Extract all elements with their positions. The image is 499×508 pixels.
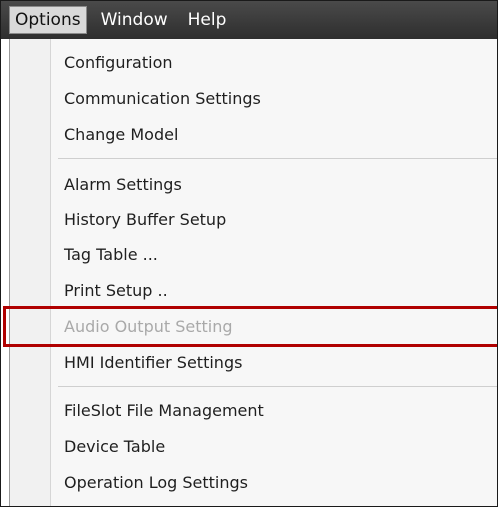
- menu-window[interactable]: Window: [95, 6, 174, 34]
- options-dropdown-menu: Configuration Communication Settings Cha…: [9, 39, 497, 506]
- menu-item-communication-settings[interactable]: Communication Settings: [64, 83, 261, 115]
- menu-item-audio-output-setting: Audio Output Setting: [64, 317, 233, 336]
- menu-icon-gutter: [10, 39, 51, 506]
- menu-item-tag-table[interactable]: Tag Table ...: [64, 239, 158, 271]
- menu-item-operation-log-settings[interactable]: Operation Log Settings: [64, 467, 248, 499]
- menu-item-configuration[interactable]: Configuration: [64, 47, 173, 79]
- menu-item-change-model[interactable]: Change Model: [64, 119, 178, 151]
- menu-bar: Options Window Help: [1, 1, 497, 39]
- menu-item-alarm-settings[interactable]: Alarm Settings: [64, 169, 182, 201]
- menu-separator: [58, 158, 497, 159]
- menu-help[interactable]: Help: [182, 6, 233, 34]
- menu-separator: [58, 386, 497, 387]
- menu-item-print-setup[interactable]: Print Setup ..: [64, 275, 168, 307]
- menu-item-history-buffer-setup[interactable]: History Buffer Setup: [64, 204, 226, 236]
- menu-item-hmi-identifier-settings[interactable]: HMI Identifier Settings: [64, 347, 242, 379]
- menu-item-device-table[interactable]: Device Table: [64, 431, 165, 463]
- menu-options[interactable]: Options: [9, 6, 87, 34]
- menu-item-fileslot-file-management[interactable]: FileSlot File Management: [64, 395, 264, 427]
- application-window: Options Window Help Configuration Commun…: [0, 0, 498, 507]
